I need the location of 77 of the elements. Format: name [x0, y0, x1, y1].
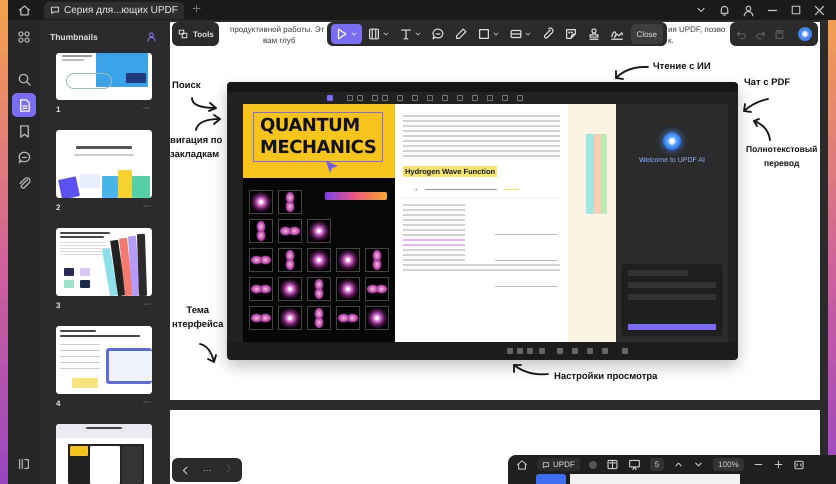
panel-toggle-icon[interactable]	[17, 457, 31, 471]
body-text: вам глуб	[263, 36, 296, 45]
user-icon[interactable]	[146, 31, 157, 42]
title-line: QUANTUM	[260, 115, 361, 137]
caret-icon	[492, 30, 500, 38]
caret-icon	[350, 30, 358, 38]
tools-button[interactable]: Tools	[172, 22, 219, 46]
frame-icon	[367, 27, 381, 41]
page-number: 4	[56, 398, 60, 408]
presentation-icon[interactable]	[628, 458, 641, 471]
zoom-field[interactable]: 100%	[713, 458, 744, 471]
comment-icon	[16, 150, 32, 164]
comment-icon	[542, 460, 550, 468]
callout-label: Полнотекстовый перевод	[746, 143, 818, 170]
home-icon[interactable]	[18, 4, 31, 16]
select-tool[interactable]	[331, 24, 362, 44]
caret-icon	[382, 30, 390, 38]
document-tab[interactable]: UPDF	[537, 458, 580, 471]
pen-icon	[454, 27, 468, 41]
save-icon[interactable]	[774, 28, 785, 40]
body-text: ия UPDF, позво	[668, 25, 726, 34]
grid-icon[interactable]	[17, 30, 31, 44]
close-icon[interactable]	[813, 4, 826, 16]
more-button[interactable]: ···	[202, 465, 212, 475]
page-number: 1	[56, 104, 60, 114]
page-thumbnail[interactable]	[56, 130, 152, 198]
page-number: 2	[56, 202, 60, 212]
curved-arrow	[198, 340, 220, 366]
emoji-icon	[564, 27, 578, 41]
pages-button[interactable]	[12, 93, 36, 117]
attachment-icon	[16, 176, 32, 190]
body-text: к.	[668, 36, 674, 45]
callout-label: Поиск	[172, 79, 201, 93]
text-icon	[399, 27, 413, 41]
redo-icon[interactable]	[755, 28, 766, 40]
bell-icon[interactable]	[718, 4, 731, 16]
page-thumbnail[interactable]	[56, 53, 152, 100]
curved-arrow	[740, 96, 770, 114]
callout-label: вигация по закладкам	[170, 134, 222, 162]
clip-icon	[541, 27, 555, 41]
plus-icon[interactable]	[190, 3, 202, 14]
comment-icon	[50, 5, 60, 15]
caret-icon	[414, 30, 422, 38]
callout-label: Тема нтерфейса	[172, 304, 224, 332]
callout-label: Чтение с ИИ	[653, 60, 711, 74]
user-icon[interactable]	[742, 4, 755, 16]
comment-icon	[431, 27, 445, 41]
stamp-icon	[587, 27, 601, 41]
select-icon	[335, 27, 349, 41]
zoom-in-icon[interactable]	[772, 459, 784, 470]
strikeout-icon	[509, 27, 523, 41]
search-icon	[16, 72, 32, 86]
page-number-field[interactable]: 5	[650, 458, 664, 471]
page-thumbnail[interactable]	[56, 228, 152, 296]
shape-icon	[477, 27, 491, 41]
undo-icon[interactable]	[736, 28, 747, 40]
status-dot-icon	[588, 460, 597, 468]
curved-arrow	[194, 114, 224, 132]
close-button[interactable]: Close	[630, 24, 663, 44]
body-text: продуктивной работы. Эт	[230, 25, 324, 34]
split-view-icon[interactable]	[606, 458, 619, 471]
cursor-icon	[325, 160, 339, 174]
callout-label: Настройки просмотра	[554, 370, 658, 384]
fit-page-icon[interactable]	[792, 458, 805, 470]
callout-label: Чат с PDF	[744, 76, 790, 90]
page-thumbnail[interactable]	[56, 424, 152, 484]
home-icon[interactable]	[516, 458, 528, 470]
tools-icon	[177, 28, 189, 40]
page-thumbnail[interactable]	[56, 326, 152, 394]
caret-icon	[524, 30, 532, 38]
maximize-icon[interactable]	[790, 4, 802, 16]
ai-assistant-icon[interactable]	[798, 27, 812, 41]
ai-logo-icon	[663, 132, 681, 150]
panel-title: Thumbnails	[50, 32, 99, 42]
document-tab[interactable]: Серия для...ющих UPDF	[44, 2, 184, 18]
page-number: 3	[56, 300, 60, 310]
title-line: MECHANICS	[260, 137, 376, 159]
